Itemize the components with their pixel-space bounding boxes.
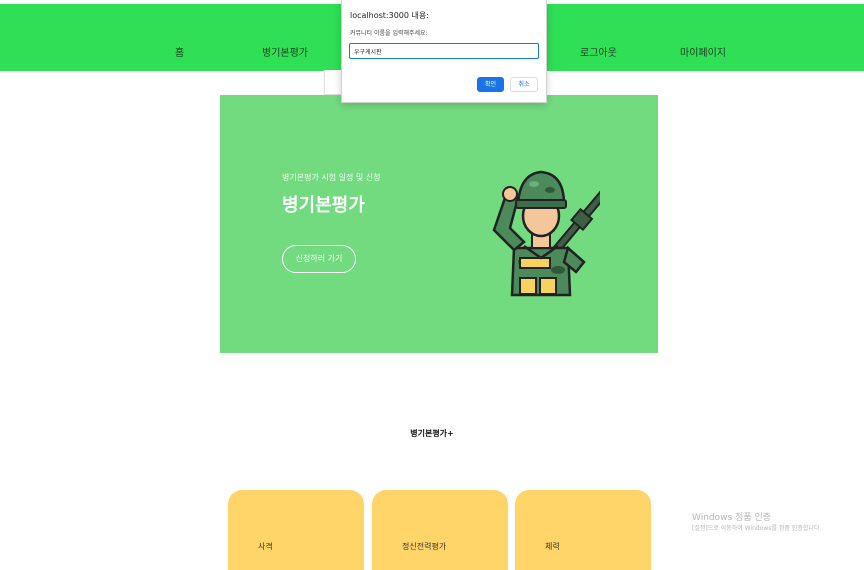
hero-banner: 병기본평가 시험 일정 및 신청 병기본평가 신청하러 가기	[220, 95, 658, 353]
hero-subtitle: 병기본평가 시험 일정 및 신청	[282, 173, 381, 182]
nav-logout[interactable]: 로그아웃	[580, 44, 617, 59]
card-label: 정신전력평가	[402, 542, 447, 551]
community-name-input[interactable]	[349, 43, 539, 59]
prompt-dialog: localhost:3000 내용: 커뮤니티 이름을 입력해주세요: 확인 취…	[341, 0, 547, 103]
windows-activation-title: Windows 정품 인증	[692, 513, 772, 523]
windows-activation-hint: [설정]으로 이동하여 Windows를 정품 인증합니다.	[692, 525, 822, 532]
section-title: 병기본평가+	[410, 429, 454, 438]
card-label: 체력	[545, 542, 560, 551]
cancel-button[interactable]: 취소	[510, 77, 538, 92]
apply-button[interactable]: 신청하러 가기	[282, 245, 356, 273]
card-label: 사격	[258, 542, 273, 551]
dialog-title: localhost:3000 내용:	[350, 11, 429, 20]
hero-title: 병기본평가	[282, 195, 365, 216]
nav-home[interactable]: 홈	[175, 44, 184, 59]
card-fitness[interactable]: 체력	[515, 490, 651, 570]
card-shooting[interactable]: 사격	[228, 490, 364, 570]
card-mental-eval[interactable]: 정신전력평가	[372, 490, 508, 570]
soldier-salute-icon	[492, 170, 600, 297]
nav-mypage[interactable]: 마이페이지	[680, 44, 726, 59]
confirm-button[interactable]: 확인	[477, 77, 504, 92]
dialog-message: 커뮤니티 이름을 입력해주세요:	[350, 30, 428, 37]
nav-weapon-eval[interactable]: 병기본평가	[262, 44, 308, 59]
